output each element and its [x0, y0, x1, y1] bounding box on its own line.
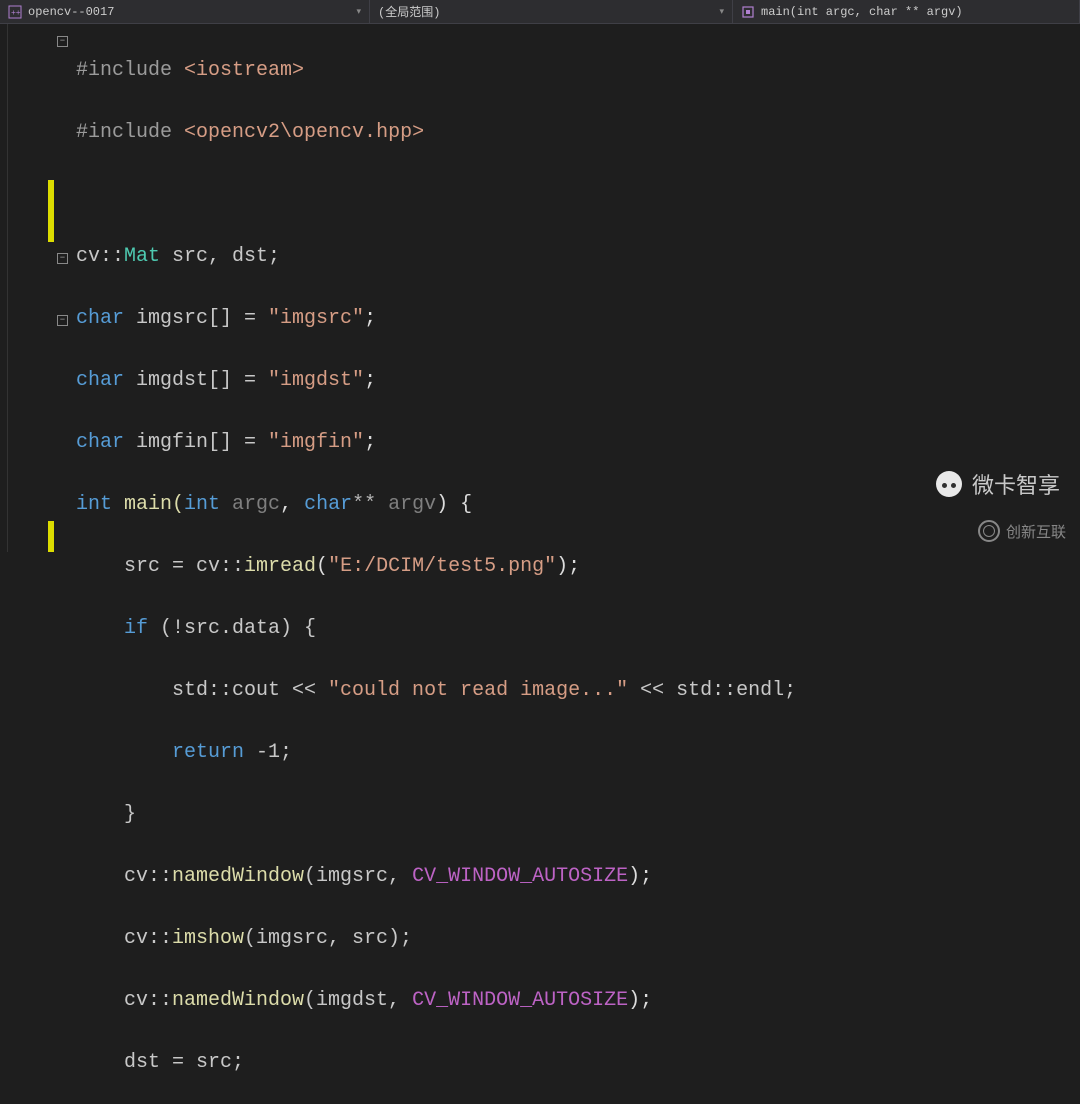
- navigation-bar: ++ opencv--0017 ▾ (全局范围) ▾ main(int argc…: [0, 0, 1080, 24]
- chevron-down-icon: ▾: [719, 7, 724, 17]
- code-area[interactable]: #include <iostream> #include <opencv2\op…: [70, 24, 1080, 552]
- code-line[interactable]: char imgsrc[] = "imgsrc";: [76, 303, 1080, 334]
- code-line[interactable]: cv::namedWindow(imgsrc, CV_WINDOW_AUTOSI…: [76, 861, 1080, 892]
- watermark-text: 微卡智享: [972, 468, 1060, 500]
- symbol-label: main(int argc, char ** argv): [761, 5, 963, 19]
- change-marker: [48, 521, 54, 552]
- watermark-wechat: 微卡智享: [936, 468, 1060, 500]
- chevron-down-icon: ▾: [356, 7, 361, 17]
- watermark-text-2: 创新互联: [1006, 521, 1066, 542]
- scope-dropdown[interactable]: (全局范围) ▾: [370, 0, 733, 23]
- watermark-secondary: 创新互联: [978, 520, 1066, 542]
- code-line[interactable]: int main(int argc, char** argv) {: [76, 489, 1080, 520]
- project-name: opencv--0017: [28, 5, 114, 19]
- code-line[interactable]: #include <iostream>: [76, 55, 1080, 86]
- code-line[interactable]: src = cv::imread("E:/DCIM/test5.png");: [76, 551, 1080, 582]
- code-line[interactable]: cv::Mat src, dst;: [76, 241, 1080, 272]
- fold-toggle[interactable]: −: [57, 315, 68, 326]
- code-line[interactable]: return -1;: [76, 737, 1080, 768]
- code-line[interactable]: dst = src;: [76, 1047, 1080, 1078]
- function-icon: [741, 5, 755, 19]
- code-line[interactable]: [76, 179, 1080, 210]
- scope-label: (全局范围): [378, 3, 440, 20]
- fold-toggle[interactable]: −: [57, 36, 68, 47]
- code-line[interactable]: if (!src.data) {: [76, 613, 1080, 644]
- logo-icon: [978, 520, 1000, 542]
- code-line[interactable]: cv::namedWindow(imgdst, CV_WINDOW_AUTOSI…: [76, 985, 1080, 1016]
- fold-toggle[interactable]: −: [57, 253, 68, 264]
- code-line[interactable]: std::cout << "could not read image..." <…: [76, 675, 1080, 706]
- change-marker: [48, 180, 54, 242]
- wechat-icon: [936, 471, 962, 497]
- code-line[interactable]: cv::imshow(imgsrc, src);: [76, 923, 1080, 954]
- code-line[interactable]: char imgfin[] = "imgfin";: [76, 427, 1080, 458]
- code-line[interactable]: #include <opencv2\opencv.hpp>: [76, 117, 1080, 148]
- code-line[interactable]: char imgdst[] = "imgdst";: [76, 365, 1080, 396]
- code-editor: − − − #include <iostream> #include <open…: [0, 24, 1080, 552]
- svg-text:++: ++: [11, 9, 21, 18]
- symbol-dropdown[interactable]: main(int argc, char ** argv): [733, 0, 1080, 23]
- fold-gutter[interactable]: − − −: [8, 24, 70, 552]
- cpp-file-icon: ++: [8, 5, 22, 19]
- indicator-margin[interactable]: [0, 24, 8, 552]
- code-line[interactable]: }: [76, 799, 1080, 830]
- project-dropdown[interactable]: ++ opencv--0017 ▾: [0, 0, 370, 23]
